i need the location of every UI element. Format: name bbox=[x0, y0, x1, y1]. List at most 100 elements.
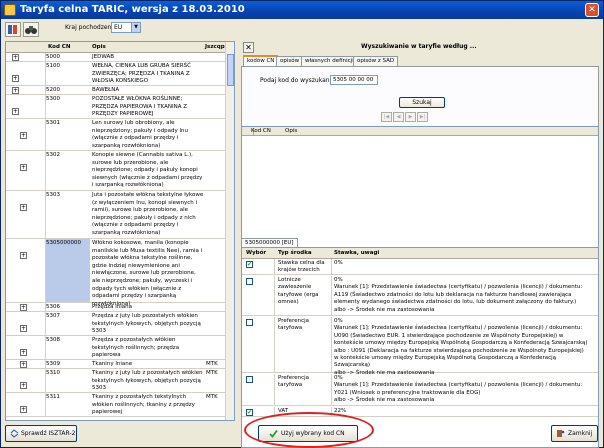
cn-row[interactable]: +5308 Przędza z pozostałych włókien tekst… bbox=[6, 336, 234, 360]
next-record-icon[interactable]: ▶ bbox=[405, 112, 416, 122]
title-bar[interactable]: Taryfa celna TARIC, wersja z 18.03.2010 … bbox=[1, 1, 603, 19]
binoculars-icon[interactable] bbox=[23, 22, 39, 37]
results-header-desc: Opis bbox=[285, 128, 298, 134]
close-button[interactable]: Zamknij bbox=[551, 425, 598, 442]
row-lim: MTK bbox=[206, 361, 218, 367]
use-selected-code-button[interactable]: Użyj wybrany kod CN bbox=[258, 425, 358, 442]
cn-row[interactable]: +5000 JEDWAB bbox=[6, 53, 234, 62]
measure-checkbox[interactable] bbox=[246, 376, 253, 383]
left-scrollbar[interactable] bbox=[225, 42, 234, 420]
row-desc: BAWEŁNA bbox=[92, 87, 120, 93]
cn-row[interactable]: +5302 Konopie siewne (Cannabis sativa L.)… bbox=[6, 151, 234, 191]
cn-row[interactable]: +5303 Juta i pozostałe włókna tekstylne ł… bbox=[6, 191, 234, 239]
close-panel-icon[interactable]: ✕ bbox=[243, 42, 254, 53]
chevron-down-icon: ▼ bbox=[131, 23, 140, 32]
cn-tree-table[interactable]: Kod CN Opis Jszcqp. +5000 JEDWAB +5100 WEŁN… bbox=[5, 41, 235, 421]
expand-icon[interactable]: + bbox=[20, 204, 27, 211]
expand-icon[interactable]: + bbox=[20, 406, 27, 413]
measures-grid[interactable]: Wybór Typ środka Stawka, uwagi ✔ Stawka c… bbox=[241, 247, 599, 448]
search-label: Podaj kod do wyszukania: bbox=[260, 77, 337, 84]
cn-row[interactable]: +5200 BAWEŁNA bbox=[6, 86, 234, 95]
measure-type: Lotnicze zawieszenie taryfowe (erga omne… bbox=[278, 277, 319, 306]
header-desc: Opis bbox=[92, 44, 106, 50]
cn-row[interactable]: +5305000000 Włókno kokosowe, manila (kono… bbox=[6, 239, 234, 307]
measure-row[interactable]: ✔ VAT 22% bbox=[242, 407, 598, 417]
search-tabs: kodów CN opisów własnych definicji opisó… bbox=[241, 55, 599, 66]
row-desc: Przędza z pozostałych włókien tekstylnyc… bbox=[92, 337, 180, 359]
row-code: 5310 bbox=[46, 370, 60, 376]
measure-checkbox[interactable]: ✔ bbox=[246, 261, 253, 268]
cn-row[interactable]: +5309 Tkaniny lniane MTK bbox=[6, 360, 234, 369]
window-title: Taryfa celna TARIC, wersja z 18.03.2010 bbox=[20, 4, 245, 15]
row-code: 5100 bbox=[46, 63, 60, 69]
book-icon[interactable] bbox=[5, 22, 21, 37]
expand-icon[interactable]: + bbox=[20, 252, 27, 259]
expand-icon[interactable]: + bbox=[12, 75, 19, 82]
expand-icon[interactable]: + bbox=[12, 86, 19, 94]
search-button[interactable]: Szukaj bbox=[399, 97, 445, 108]
row-code: 5300 bbox=[46, 96, 60, 102]
row-desc: POZOSTAŁE WŁÓKNA ROŚLINNE; PRZĘDZA PAPIE… bbox=[92, 96, 187, 118]
row-desc: WEŁNA, CIENKA LUB GRUBA SIERŚĆ ZWIERZĘCA… bbox=[92, 63, 191, 85]
tab-cn-codes[interactable]: kodów CN bbox=[243, 55, 279, 66]
cn-row[interactable]: +5301 Len surowy lub obrobiony, ale niepr… bbox=[6, 119, 234, 151]
last-record-icon[interactable]: ▶| bbox=[417, 112, 428, 122]
row-code: 5308 bbox=[46, 337, 60, 343]
cn-row[interactable]: +5300 POZOSTAŁE WŁÓKNA ROŚLINNE; PRZĘDZA … bbox=[6, 95, 234, 119]
row-code: 5307 bbox=[46, 313, 60, 319]
expand-icon[interactable]: + bbox=[20, 132, 27, 139]
tab-descriptions[interactable]: opisów bbox=[276, 56, 304, 66]
window-close-button[interactable]: ✕ bbox=[585, 3, 599, 17]
expand-icon[interactable]: + bbox=[20, 325, 27, 332]
main-window: Taryfa celna TARIC, wersja z 18.03.2010 … bbox=[0, 0, 604, 448]
cn-row[interactable]: +5100 WEŁNA, CIENKA LUB GRUBA SIERŚĆ ZWIE… bbox=[6, 62, 234, 86]
measure-row[interactable]: ✔ Stawka celna dla krajów trzecich 0% bbox=[242, 259, 598, 275]
exit-door-icon bbox=[557, 430, 565, 437]
scroll-thumb[interactable] bbox=[227, 54, 234, 86]
cn-row[interactable]: +5307 Przędza z juty lub pozostałych włók… bbox=[6, 312, 234, 336]
first-record-icon[interactable]: |◀ bbox=[381, 112, 392, 122]
cn-rows: +5000 JEDWAB +5100 WEŁNA, CIENKA LUB GRUBA … bbox=[6, 53, 234, 417]
cn-row[interactable]: +5310 Tkaniny z juty lub z pozostałych wł… bbox=[6, 369, 234, 393]
expand-icon[interactable]: + bbox=[20, 382, 27, 389]
measure-checkbox[interactable] bbox=[246, 278, 253, 285]
row-code: 5301 bbox=[46, 120, 60, 126]
row-code: 5302 bbox=[46, 152, 60, 158]
measure-checkbox[interactable]: ✔ bbox=[246, 409, 253, 416]
use-selected-code-label: Użyj wybrany kod CN bbox=[281, 430, 345, 437]
search-panel-title: Wyszukiwanie w taryfie według ... bbox=[361, 43, 477, 50]
measures-header-pick: Wybór bbox=[246, 250, 267, 256]
check-isztar-button[interactable]: Sprawdź ISZTAR-2 bbox=[5, 425, 77, 442]
bottom-bar: Sprawdź ISZTAR-2 Użyj wybrany kod CN Zam… bbox=[1, 423, 603, 447]
measure-checkbox[interactable] bbox=[246, 319, 253, 326]
expand-icon[interactable]: + bbox=[20, 303, 27, 311]
row-code: 5000 bbox=[46, 54, 60, 60]
measure-row[interactable]: Lotnicze zawieszenie taryfowe (erga omne… bbox=[242, 276, 598, 316]
tab-own-definitions[interactable]: własnych definicji bbox=[301, 56, 358, 66]
measure-type: Preferencja taryfowa bbox=[278, 375, 309, 389]
prev-record-icon[interactable]: ◀ bbox=[393, 112, 404, 122]
measure-row[interactable]: Preferencja taryfowa 0% Warunek [1]: Prze… bbox=[242, 317, 598, 376]
origin-select[interactable]: EU ▼ bbox=[111, 22, 141, 33]
row-code: 5303 bbox=[46, 192, 60, 198]
measure-row[interactable]: Preferencja taryfowa 0% Warunek [1]: Prze… bbox=[242, 374, 598, 406]
expand-icon[interactable]: + bbox=[12, 53, 19, 61]
expand-icon[interactable]: + bbox=[12, 108, 19, 115]
row-code: 5311 bbox=[46, 394, 60, 400]
tab-sad-descriptions[interactable]: opisów z SAD bbox=[353, 56, 399, 66]
row-desc: Włókno kokosowe, manila (konopie manilsk… bbox=[92, 240, 203, 307]
row-code: 5305000000 bbox=[46, 240, 81, 246]
search-panel: ✕ Wyszukiwanie w taryfie według ... kodó… bbox=[241, 41, 599, 448]
origin-value: EU bbox=[114, 24, 123, 31]
row-desc: Tkaniny lniane bbox=[92, 361, 133, 367]
expand-icon[interactable]: + bbox=[20, 349, 27, 356]
cn-row[interactable]: +5311 Tkaniny z pozostałych tekstylnych w… bbox=[6, 393, 234, 417]
measure-rate: 0% bbox=[334, 260, 343, 266]
row-desc: Tkaniny z pozostałych tekstylnych włókie… bbox=[92, 394, 195, 416]
search-input[interactable]: 5305 00 00 00 bbox=[330, 75, 378, 85]
row-lim: MTK bbox=[206, 394, 218, 400]
expand-icon[interactable]: + bbox=[20, 360, 27, 368]
cn-row[interactable]: +5306 Przędza lniana bbox=[6, 303, 234, 312]
refresh-icon bbox=[10, 429, 19, 438]
expand-icon[interactable]: + bbox=[20, 164, 27, 171]
